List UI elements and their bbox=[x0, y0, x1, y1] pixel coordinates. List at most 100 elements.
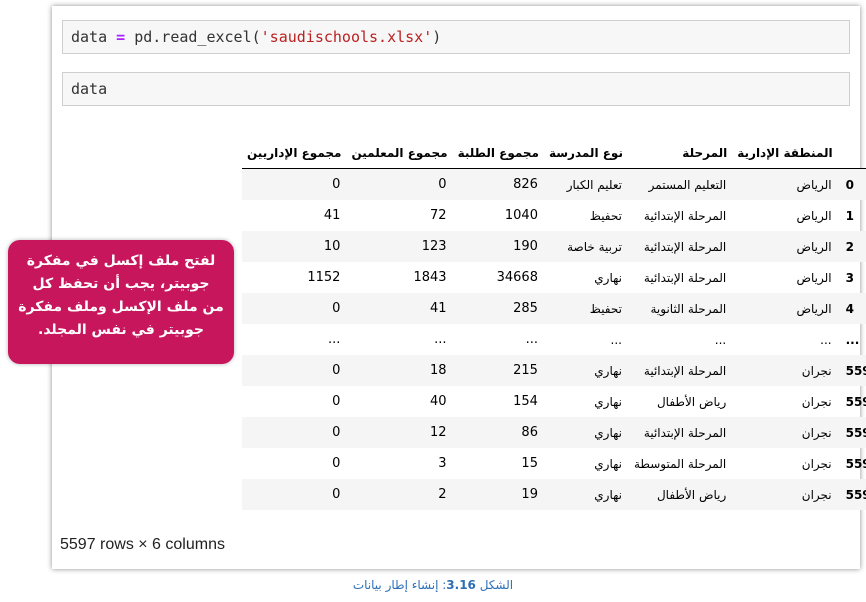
table-cell-region: نجران bbox=[732, 417, 838, 448]
table-row: 3 الرياض المرحلة الإبتدائية نهاري 34668 1843 1… bbox=[242, 262, 866, 293]
table-cell-stage: المرحلة الإبتدائية bbox=[627, 355, 733, 386]
table-cell-teachers: 3 bbox=[438, 456, 447, 471]
callout-line: جوبيتر، يجب أن تحفظ كل bbox=[32, 276, 210, 292]
table-cell-type: تحفيظ bbox=[543, 293, 628, 324]
row-index: 1 bbox=[845, 208, 854, 223]
table-row: 4 الرياض المرحلة الثانوية تحفيظ 285 41 0 bbox=[242, 293, 866, 324]
code-call: pd.read_excel( bbox=[134, 28, 261, 46]
table-cell-students: 34668 bbox=[496, 270, 538, 285]
table-cell-region: نجران bbox=[801, 456, 832, 471]
table-cell-teachers: 1843 bbox=[413, 270, 447, 285]
table-cell-region: نجران bbox=[732, 355, 838, 386]
index-header bbox=[837, 138, 866, 169]
table-cell-students: 86 bbox=[452, 417, 544, 448]
table-cell-type: نهاري bbox=[543, 417, 628, 448]
callout-line: جوبيتر في نفس المجلد. bbox=[38, 322, 204, 338]
table-cell-students: 154 bbox=[513, 394, 538, 409]
table-cell-region: الرياض bbox=[796, 270, 832, 285]
row-index: 5592 bbox=[837, 355, 866, 386]
table-row: 1 الرياض المرحلة الإبتدائية تحفيظ 1040 72 41 bbox=[242, 200, 866, 231]
figure-caption: الشكل 3.16: إنشاء إطار بيانات bbox=[0, 578, 866, 592]
table-cell-type: تربية خاصة bbox=[543, 231, 628, 262]
row-index: ... bbox=[845, 332, 860, 347]
callout-line: من ملف الإكسل وملف مفكرة bbox=[18, 299, 224, 315]
table-cell-teachers: 40 bbox=[430, 394, 447, 409]
table-cell-students: 215 bbox=[452, 355, 544, 386]
table-cell-type: نهاري bbox=[543, 355, 628, 386]
table-row: ..................... bbox=[242, 324, 866, 355]
table-cell-teachers: 41 bbox=[346, 293, 453, 324]
table-cell-students: 826 bbox=[452, 168, 544, 200]
row-index: 5594 bbox=[837, 417, 866, 448]
code-cell-data[interactable]: data bbox=[62, 72, 850, 106]
table-cell-students: 1040 bbox=[504, 208, 538, 223]
table-row: 5595 نجران المرحلة المتوسطة نهاري 15 3 0 bbox=[242, 448, 866, 479]
table-row: 5596نجرانرياض الأطفالنهاري1920 bbox=[242, 479, 866, 510]
table-cell-type: نهاري bbox=[543, 479, 628, 510]
table-cell-stage: رياض الأطفال bbox=[627, 479, 733, 510]
table-cell-teachers: 0 bbox=[346, 168, 453, 200]
row-index: 4 bbox=[837, 293, 866, 324]
caption-text: : إنشاء إطار بيانات bbox=[352, 578, 447, 592]
table-cell-region: الرياض bbox=[732, 168, 838, 200]
table-row: 0 الرياض التعليم المستمر تعليم الكبار 826 0 0 bbox=[242, 168, 866, 200]
column-header: مجموع المعلمين bbox=[346, 138, 453, 169]
code-operator: = bbox=[116, 28, 126, 46]
table-cell-type: تعليم الكبار bbox=[543, 168, 628, 200]
table-cell-students: 285 bbox=[452, 293, 544, 324]
table-cell-stage: المرحلة الإبتدائية bbox=[643, 270, 727, 285]
column-header: المنطقة الإدارية bbox=[732, 138, 838, 169]
table-cell-region: ... bbox=[820, 332, 832, 347]
table-cell-region: نجران bbox=[801, 394, 832, 409]
table-row: 5593 نجران رياض الأطفال نهاري 154 40 0 bbox=[242, 386, 866, 417]
code-cell-read-excel[interactable]: data = pd.read_excel('saudischools.xlsx'… bbox=[62, 20, 850, 54]
table-cell-admins: 0 bbox=[242, 417, 347, 448]
table-cell-stage: التعليم المستمر bbox=[627, 168, 733, 200]
table-cell-admins: 0 bbox=[332, 456, 341, 471]
table-cell-admins: 41 bbox=[323, 208, 341, 223]
table-header-row: المنطقة الإدارية المرحلة نوع المدرسة مجم… bbox=[242, 138, 866, 169]
row-index: 5596 bbox=[837, 479, 866, 510]
table-cell-admins: 10 bbox=[242, 231, 347, 262]
code-string: 'saudischools.xlsx' bbox=[260, 28, 433, 46]
table-cell-stage: المرحلة الثانوية bbox=[627, 293, 733, 324]
table-cell-admins: ... bbox=[328, 332, 341, 347]
table-cell-teachers: ... bbox=[434, 332, 447, 347]
table-cell-admins: 0 bbox=[242, 168, 347, 200]
row-index: 0 bbox=[837, 168, 866, 200]
table-cell-admins: 0 bbox=[242, 479, 347, 510]
table-cell-region: الرياض bbox=[732, 293, 838, 324]
table-cell-type: نهاري bbox=[594, 270, 622, 285]
table-cell-teachers: 123 bbox=[346, 231, 453, 262]
table-cell-region: الرياض bbox=[796, 208, 832, 223]
table-row: 5594نجرانالمرحلة الإبتدائيةنهاري86120 bbox=[242, 417, 866, 448]
callout-line: لفتح ملف إكسل في مفكرة bbox=[26, 253, 216, 269]
table-cell-type: تحفيظ bbox=[589, 208, 622, 223]
table-row: 5592نجرانالمرحلة الإبتدائيةنهاري215180 bbox=[242, 355, 866, 386]
code-variable: data bbox=[71, 28, 108, 46]
table-cell-stage: المرحلة الإبتدائية bbox=[627, 417, 733, 448]
table-cell-stage: المرحلة المتوسطة bbox=[633, 456, 727, 471]
table-cell-admins: 0 bbox=[332, 394, 341, 409]
table-cell-teachers: 2 bbox=[346, 479, 453, 510]
table-cell-region: الرياض bbox=[732, 231, 838, 262]
column-header: نوع المدرسة bbox=[543, 138, 628, 169]
table-cell-teachers: 18 bbox=[346, 355, 453, 386]
caption-label: الشكل bbox=[479, 578, 514, 592]
table-row: 2 الرياض المرحلة الإبتدائية تربية خاصة 190 12… bbox=[242, 231, 866, 262]
caption-number: 3.16 bbox=[446, 578, 476, 592]
table-cell-stage: المرحلة الإبتدائية bbox=[627, 231, 733, 262]
table-cell-students: 19 bbox=[452, 479, 544, 510]
row-index: 5595 bbox=[845, 456, 866, 471]
table-cell-students: 190 bbox=[452, 231, 544, 262]
row-index: 2 bbox=[837, 231, 866, 262]
row-index: 3 bbox=[845, 270, 854, 285]
table-cell-teachers: 12 bbox=[346, 417, 453, 448]
table-cell-students: ... bbox=[525, 332, 538, 347]
table-cell-region: نجران bbox=[732, 479, 838, 510]
callout-note: لفتح ملف إكسل في مفكرة جوبيتر، يجب أن تح… bbox=[8, 240, 234, 364]
table-cell-teachers: 72 bbox=[430, 208, 447, 223]
table-cell-students: 15 bbox=[521, 456, 538, 471]
table-cell-admins: 0 bbox=[242, 293, 347, 324]
table-cell-stage: المرحلة الإبتدائية bbox=[643, 208, 727, 223]
